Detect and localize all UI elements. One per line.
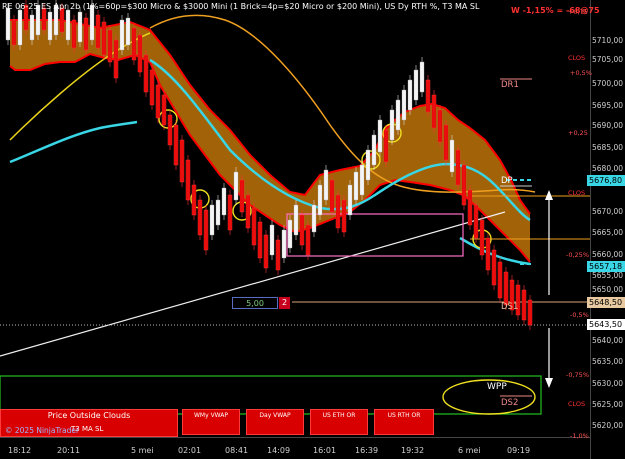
price-label: 5635,00 [592,357,624,366]
brick-count-badge: 2 [279,297,290,309]
time-label: 16:39 [355,446,379,455]
price-label: 5695,00 [592,101,624,110]
time-label: 08:41 [225,446,249,455]
price-label: 5670,00 [592,207,624,216]
price-label: 5655,00 [592,271,624,280]
pct-label: +0,25 [568,129,588,137]
brick-size-box[interactable]: 5,00 [232,297,278,309]
close-marker-label: CLOS [568,189,586,197]
instrument-header: RE 06-25 ES Apr 2b (1%=60p=$300 Micro & … [2,2,480,11]
price-label: 5665,00 [592,228,624,237]
time-label: 5 mei [131,446,154,455]
wmy-vwap-button[interactable]: WMy VWAP [182,409,240,435]
us-rth-or-button[interactable]: US RTH OR [374,409,434,435]
cyan-ma-price-tag: 5676,80 [587,175,625,186]
pct-label: +0,5% [570,69,592,77]
arrow-head-down [545,378,553,388]
last-price-tag: 5643,50 [587,319,625,330]
pct-label: -0,75% [566,371,589,379]
wpp-label: WPP [487,382,507,392]
ds1-label: DS1 [501,302,519,312]
dp-label: DP [501,176,513,186]
price-label: 5650,00 [592,285,624,294]
pct-label: +0,75 [568,8,588,16]
time-label: 09:19 [507,446,531,455]
cyan-ma-price-tag-2: 5657,18 [587,261,625,272]
price-outside-clouds-button[interactable]: Price Outside Clouds T3 MA SL © 2025 Nin… [0,409,178,437]
us-eth-or-button[interactable]: US ETH OR [310,409,368,435]
price-label: 5640,00 [592,336,624,345]
price-label: 5710,00 [592,36,624,45]
dr1-label: DR1 [501,80,519,90]
time-label: 19:32 [401,446,425,455]
pct-label: -1,0% [570,432,589,440]
time-label: 18:12 [8,446,32,455]
time-label: 16:01 [313,446,337,455]
price-label: 5700,00 [592,79,624,88]
close-marker-label: CLOS [568,400,586,408]
time-label: 14:09 [267,446,291,455]
price-label: 5630,00 [592,379,624,388]
day-vwap-button[interactable]: Day VWAP [246,409,304,435]
time-label: 02:01 [178,446,202,455]
price-chart[interactable] [0,0,625,459]
pct-label: -0,5% [570,311,589,319]
ds2-label: DS2 [501,398,519,408]
ds1-price-tag: 5648,50 [587,297,625,308]
price-label: 5625,00 [592,400,624,409]
price-label: 5680,00 [592,164,624,173]
cyan-moving-average [9,120,138,164]
price-outside-clouds-label: Price Outside Clouds [47,411,131,420]
price-label: 5705,00 [592,55,624,64]
price-label: 5620,00 [592,421,624,430]
time-label: 20:11 [57,446,81,455]
time-label: 6 mei [458,446,481,455]
chart-window[interactable]: RE 06-25 ES Apr 2b (1%=60p=$300 Micro & … [0,0,625,459]
copyright-label: © 2025 NinjaTrader [5,426,80,435]
close-marker-label: CLOS [568,54,586,62]
pct-label: -0,25% [566,251,589,259]
arrow-head-up [545,190,553,200]
price-label: 5660,00 [592,250,624,259]
price-label: 5685,00 [592,143,624,152]
price-label: 5690,00 [592,121,624,130]
